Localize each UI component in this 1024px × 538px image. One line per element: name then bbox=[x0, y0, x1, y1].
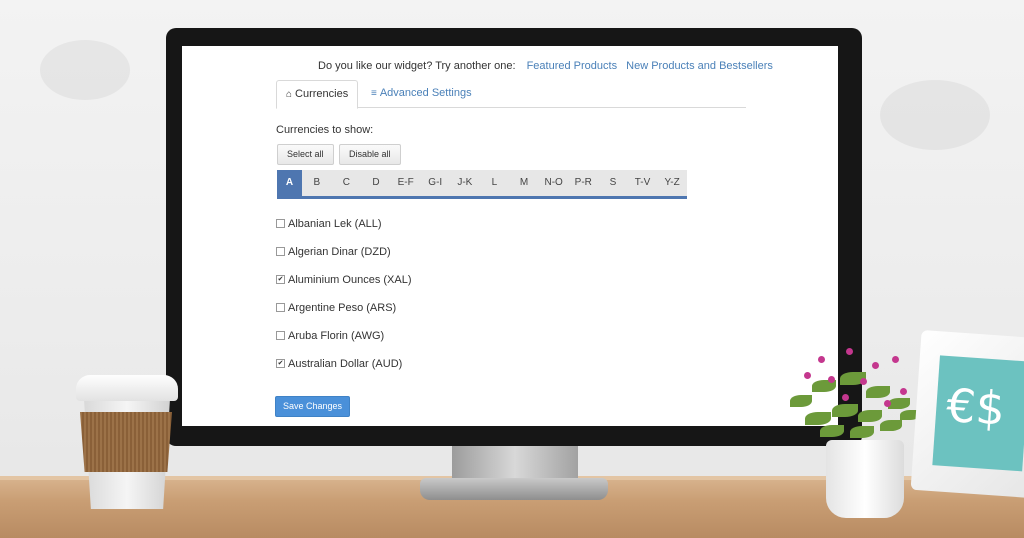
tab-currencies[interactable]: ⌂ Currencies bbox=[276, 80, 359, 109]
currency-checkbox[interactable] bbox=[276, 218, 285, 228]
plant-flower bbox=[892, 356, 899, 363]
plant-leaf bbox=[880, 420, 902, 431]
plant-leaf bbox=[866, 386, 890, 398]
letter-tab-c[interactable]: C bbox=[332, 170, 362, 196]
letter-tab-g-i[interactable]: G-I bbox=[420, 170, 450, 196]
currency-item: ✔ Australian Dollar (AUD) bbox=[276, 358, 402, 374]
tab-advanced-label: Advanced Settings bbox=[379, 87, 472, 99]
currency-item: Algerian Dinar (DZD) bbox=[276, 246, 391, 262]
promo-text: Do you like our widget? Try another one: bbox=[318, 60, 516, 72]
sliders-icon: ≡ bbox=[371, 88, 377, 99]
letter-filter-bar: A B C D E-F G-I J-K L M N-O P-R S T-V Y-Z bbox=[277, 170, 687, 199]
monitor-stand bbox=[452, 446, 578, 480]
currency-checkbox[interactable] bbox=[276, 246, 285, 256]
plant-flower bbox=[804, 372, 811, 379]
plant-flower bbox=[818, 356, 825, 363]
plant-leaf bbox=[820, 425, 844, 437]
letter-tab-m[interactable]: M bbox=[509, 170, 539, 196]
plant-leaf bbox=[858, 410, 882, 422]
plant-flower bbox=[828, 376, 835, 383]
plant-leaf bbox=[832, 404, 858, 417]
letter-tab-e-f[interactable]: E-F bbox=[391, 170, 421, 196]
currency-checkbox[interactable] bbox=[276, 302, 285, 312]
currency-label: Australian Dollar (AUD) bbox=[288, 358, 403, 370]
tab-advanced-settings[interactable]: ≡ Advanced Settings bbox=[362, 80, 481, 107]
currency-label: Algerian Dinar (DZD) bbox=[288, 246, 391, 258]
plant-flower bbox=[842, 394, 849, 401]
coffee-cup-sleeve bbox=[80, 412, 172, 472]
save-changes-button[interactable]: Save Changes bbox=[275, 396, 351, 417]
featured-products-link[interactable]: Featured Products bbox=[527, 60, 618, 72]
plant-leaf bbox=[888, 398, 910, 409]
coffee-cup-lid bbox=[76, 375, 178, 401]
letter-tab-j-k[interactable]: J-K bbox=[450, 170, 480, 196]
letter-tab-s[interactable]: S bbox=[598, 170, 628, 196]
promo-line: Do you like our widget? Try another one:… bbox=[318, 60, 773, 72]
currency-item: Albanian Lek (ALL) bbox=[276, 218, 382, 234]
plant-leaf bbox=[850, 426, 874, 438]
letter-tab-t-v[interactable]: T-V bbox=[628, 170, 658, 196]
currency-label: Argentine Peso (ARS) bbox=[288, 302, 397, 314]
tab-currencies-label: Currencies bbox=[295, 88, 349, 100]
letter-tab-n-o[interactable]: N-O bbox=[539, 170, 569, 196]
new-products-link[interactable]: New Products and Bestsellers bbox=[626, 60, 773, 72]
plant-flower bbox=[872, 362, 879, 369]
currency-item: ✔ Aluminium Ounces (XAL) bbox=[276, 274, 412, 290]
letter-tab-y-z[interactable]: Y-Z bbox=[657, 170, 687, 196]
flower-pot bbox=[826, 440, 904, 518]
plant-leaf bbox=[805, 412, 831, 425]
bank-icon: ⌂ bbox=[286, 89, 293, 100]
currency-checkbox[interactable]: ✔ bbox=[276, 358, 285, 368]
wall-texture bbox=[40, 40, 130, 100]
select-all-button[interactable]: Select all bbox=[277, 144, 334, 165]
plant-flower bbox=[860, 378, 867, 385]
currency-exchange-icon: €$ bbox=[944, 377, 1007, 436]
plant-leaf bbox=[790, 395, 812, 407]
currencies-label: Currencies to show: bbox=[276, 124, 374, 136]
frame-picture: €$ bbox=[932, 355, 1024, 472]
currency-item: Argentine Peso (ARS) bbox=[276, 302, 396, 318]
currency-label: Albanian Lek (ALL) bbox=[288, 218, 382, 230]
plant-flower bbox=[846, 348, 853, 355]
letter-tab-a[interactable]: A bbox=[277, 170, 302, 196]
letter-tab-p-r[interactable]: P-R bbox=[568, 170, 598, 196]
currency-checkbox[interactable]: ✔ bbox=[276, 274, 285, 284]
picture-frame: €$ bbox=[910, 330, 1024, 498]
plant-flower bbox=[900, 388, 907, 395]
letter-tab-d[interactable]: D bbox=[361, 170, 391, 196]
wall-texture bbox=[880, 80, 990, 150]
currency-label: Aluminium Ounces (XAL) bbox=[288, 274, 412, 286]
widget-screen: Do you like our widget? Try another one:… bbox=[182, 46, 838, 426]
currency-label: Aruba Florin (AWG) bbox=[288, 330, 385, 342]
currency-item: Aruba Florin (AWG) bbox=[276, 330, 384, 346]
letter-tab-b[interactable]: B bbox=[302, 170, 332, 196]
disable-all-button[interactable]: Disable all bbox=[339, 144, 401, 165]
letter-tab-l[interactable]: L bbox=[480, 170, 510, 196]
currency-checkbox[interactable] bbox=[276, 330, 285, 340]
plant-flower bbox=[884, 400, 891, 407]
monitor-stand-base bbox=[420, 478, 608, 500]
